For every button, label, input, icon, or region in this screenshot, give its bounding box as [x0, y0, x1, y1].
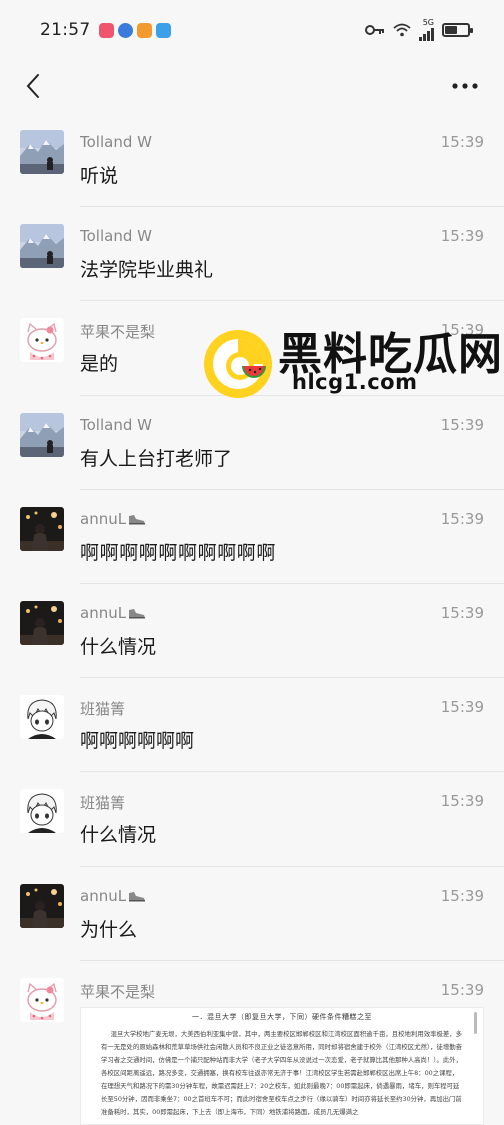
nav-bar: [0, 60, 504, 112]
message-time: 15:39: [440, 133, 484, 151]
status-indicators: 5G: [365, 19, 473, 41]
avatar[interactable]: [20, 883, 64, 928]
sender-name: Tolland W: [80, 416, 152, 434]
app-notification-icon: [136, 22, 152, 38]
sender-name: 苹果不是梨: [80, 321, 155, 342]
message-row[interactable]: Tolland W 15:39 法学院毕业典礼: [0, 206, 504, 300]
sender-name: 班猫箐: [80, 698, 125, 719]
battery-level: [445, 26, 458, 34]
chevron-left-icon: [26, 74, 39, 98]
shoe-icon: [129, 514, 146, 525]
document-body: 混旦大学校地广麦无垠，大美西伯利亚集中营，其中，两主要校区邯郸校区和江湾校区面积…: [101, 1030, 463, 1116]
watermark-logo-icon: [204, 330, 272, 398]
shoe-icon: [129, 891, 146, 901]
status-time: 21:57: [40, 20, 91, 40]
message-time: 15:39: [440, 227, 484, 246]
battery-icon: [442, 23, 473, 37]
sender-name-text: annuL: [80, 603, 127, 622]
message-time: 15:39: [440, 886, 484, 905]
watermark: 黑料吃瓜网 hlcg1.com: [200, 318, 502, 418]
message-row[interactable]: 班猫箐 15:39 啊啊啊啊啊啊: [0, 677, 504, 771]
more-dots-icon: [452, 83, 478, 89]
message-text[interactable]: 法学院毕业典礼: [80, 255, 213, 282]
avatar[interactable]: [20, 318, 64, 363]
document-title: 一．混旦大学（即复旦大学，下同）硬件条件糟糕之至: [192, 1013, 372, 1021]
document-preview[interactable]: 一．混旦大学（即复旦大学，下同）硬件条件糟糕之至 混旦大学校地广麦无垠，大美西伯…: [80, 1007, 484, 1125]
message-time: 15:39: [440, 603, 484, 622]
watermark-url: hlcg1.com: [292, 370, 418, 394]
avatar[interactable]: [20, 977, 64, 1022]
avatar[interactable]: [20, 130, 64, 174]
sender-name-text: Tolland W: [80, 227, 152, 246]
message-time: 15:39: [440, 792, 484, 811]
sender-name: 班猫箐: [80, 792, 125, 813]
message-text[interactable]: 啊啊啊啊啊啊啊啊啊啊: [80, 538, 276, 565]
message-text[interactable]: 是的: [80, 349, 118, 376]
avatar[interactable]: [20, 600, 64, 645]
sender-name: annuL: [80, 604, 146, 622]
app-notification-icon: [117, 22, 133, 38]
message-row[interactable]: annuL 15:39 啊啊啊啊啊啊啊啊啊啊: [0, 488, 504, 583]
network-indicator: 5G: [419, 19, 434, 41]
status-bar: 21:57 5G: [0, 0, 504, 60]
message-text[interactable]: 什么情况: [80, 820, 156, 847]
more-button[interactable]: [448, 66, 482, 106]
message-text[interactable]: 为什么: [80, 915, 137, 942]
sender-name: Tolland W: [80, 133, 152, 151]
sender-name-text: Tolland W: [80, 133, 152, 151]
avatar[interactable]: [20, 506, 64, 551]
sender-name-text: annuL: [80, 886, 127, 905]
message-text[interactable]: 啊啊啊啊啊啊: [80, 726, 194, 753]
message-text[interactable]: 有人上台打老师了: [80, 444, 232, 471]
message-row[interactable]: 班猫箐 15:39 什么情况: [0, 771, 504, 865]
message-text[interactable]: 听说: [80, 161, 118, 188]
sender-name: annuL: [80, 887, 146, 905]
app-notification-icon: [155, 22, 171, 38]
sender-name: annuL: [80, 510, 146, 528]
sender-name: Tolland W: [80, 227, 152, 245]
sender-name: 苹果不是梨: [80, 981, 155, 1002]
sender-name-text: 班猫箐: [80, 794, 126, 813]
sender-name-text: annuL: [80, 509, 127, 528]
message-row[interactable]: annuL 15:39 为什么: [0, 865, 504, 960]
network-type: 5G: [422, 18, 434, 27]
document-scrollbar[interactable]: [474, 1012, 477, 1034]
message-row[interactable]: Tolland W 15:39 听说: [0, 112, 504, 206]
wifi-icon: [393, 23, 411, 37]
message-time: 15:39: [440, 980, 484, 999]
message-time: 15:39: [440, 415, 484, 434]
message-text[interactable]: 什么情况: [80, 632, 156, 659]
shoe-icon: [129, 608, 146, 619]
message-time: 15:39: [440, 698, 484, 717]
sender-name-text: 苹果不是梨: [80, 323, 156, 342]
sender-name-text: Tolland W: [80, 415, 152, 434]
back-button[interactable]: [16, 66, 50, 106]
key-icon: [365, 25, 384, 35]
app-notification-icon: [98, 22, 114, 38]
avatar[interactable]: [20, 789, 64, 834]
avatar[interactable]: [20, 224, 64, 269]
sender-name-text: 苹果不是梨: [80, 982, 156, 1001]
sender-name-text: 班猫箐: [80, 700, 126, 719]
avatar[interactable]: [20, 412, 64, 457]
message-time: 15:39: [440, 509, 484, 528]
message-list[interactable]: Tolland W 15:39 听说 Tolland W 15:39 法学院毕业典礼苹果不…: [0, 112, 504, 1054]
avatar[interactable]: [20, 695, 64, 740]
message-row[interactable]: annuL 15:39 什么情况: [0, 582, 504, 677]
signal-icon: [419, 27, 434, 41]
